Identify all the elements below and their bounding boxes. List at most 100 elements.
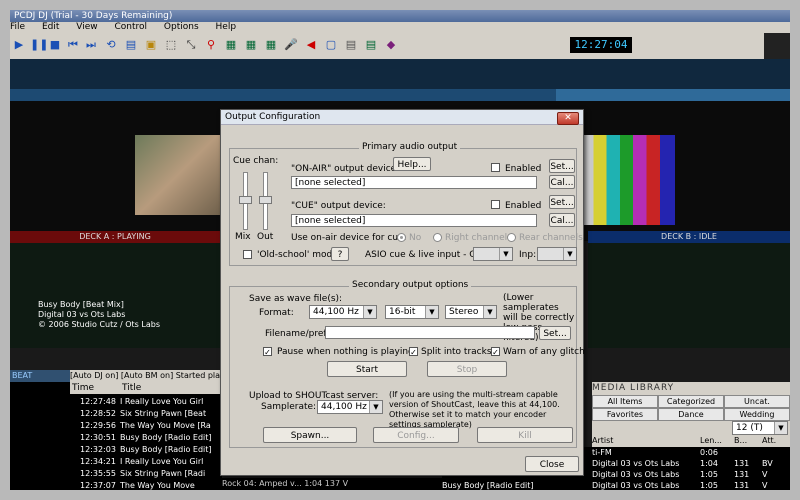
loop-icon[interactable]: ⟲: [104, 38, 118, 52]
on-air-enabled-checkbox[interactable]: [491, 163, 500, 172]
mix-label: Mix: [235, 232, 251, 242]
equalizer-icon[interactable]: ▤: [124, 38, 138, 52]
speaker-icon[interactable]: ◀: [304, 38, 318, 52]
format-bits-select[interactable]: 16-bit ▼: [385, 305, 439, 319]
meter-icon[interactable]: ▦: [224, 38, 238, 52]
column-artist[interactable]: Artist: [592, 435, 613, 446]
book-icon[interactable]: ◆: [384, 38, 398, 52]
table-row[interactable]: 12:29:56 The Way You Move [Ra: [70, 420, 222, 432]
notes-icon[interactable]: ▤: [344, 38, 358, 52]
cue-enabled-checkbox[interactable]: [491, 200, 500, 209]
row-artist: Digital 03 vs Ots Labs: [592, 470, 680, 479]
mix-slider-thumb[interactable]: [239, 196, 252, 204]
old-school-checkbox[interactable]: [243, 250, 252, 259]
tab-all-items[interactable]: All Items: [592, 395, 658, 408]
split-tracks-checkbox[interactable]: ✓: [409, 347, 418, 357]
tab-uncat[interactable]: Uncat.: [724, 395, 790, 408]
kill-button[interactable]: Kill: [477, 427, 573, 443]
table-row[interactable]: 12:34:21 I Really Love You Girl: [70, 456, 222, 468]
tab-favorites[interactable]: Favorites: [592, 408, 658, 421]
tab-dance[interactable]: Dance: [658, 408, 724, 421]
old-school-help-button[interactable]: ?: [331, 247, 349, 261]
waveform-overview[interactable]: [10, 59, 790, 89]
column-time[interactable]: Time: [72, 382, 94, 394]
media-filter-select[interactable]: 12 (T) ▼: [732, 421, 788, 435]
column-length[interactable]: Len...: [700, 435, 722, 446]
cue-radio-no[interactable]: [397, 233, 406, 242]
filename-set-button[interactable]: Set...: [539, 326, 571, 340]
asio-inp-select[interactable]: ▼: [537, 247, 577, 261]
on-air-device-field[interactable]: [none selected]: [291, 176, 537, 189]
document-icon[interactable]: ▤: [364, 38, 378, 52]
pause-when-idle-checkbox[interactable]: ✓: [263, 347, 272, 357]
list-item[interactable]: Busy Body [Radio Edit] Digital 03 vs Ots …: [442, 480, 790, 490]
tab-wedding[interactable]: Wedding: [724, 408, 790, 421]
menu-edit[interactable]: Edit: [42, 22, 59, 32]
on-air-device-label: "ON-AIR" output device:: [291, 164, 400, 174]
microphone-icon[interactable]: 🎤: [284, 38, 298, 52]
track-copyright: © 2006 Studio Cutz / Ots Labs: [38, 320, 160, 329]
monitor-icon[interactable]: ▦: [244, 38, 258, 52]
on-air-set-button[interactable]: Set...: [549, 159, 575, 173]
table-row[interactable]: 12:35:55 Six String Pawn [Radi: [70, 468, 222, 480]
folder-icon[interactable]: ▣: [144, 38, 158, 52]
start-button[interactable]: Start: [327, 361, 407, 377]
position-bar[interactable]: [10, 89, 790, 101]
cue-radio-right-channel[interactable]: [433, 233, 442, 242]
stop-icon[interactable]: ■: [48, 38, 62, 52]
shoutcast-samplerate-select[interactable]: 44,100 Hz ▼: [317, 400, 383, 414]
row-time: 12:27:48: [80, 397, 116, 406]
select-icon[interactable]: ⬚: [164, 38, 178, 52]
table-row[interactable]: 12:30:51 Busy Body [Radio Edit]: [70, 432, 222, 444]
help-button[interactable]: Help...: [393, 157, 431, 171]
cue-set-button[interactable]: Set...: [549, 195, 575, 209]
row-length: 1:04: [700, 459, 718, 468]
cue-device-field[interactable]: [none selected]: [291, 214, 537, 227]
spawn-button[interactable]: Spawn...: [263, 427, 357, 443]
column-bpm[interactable]: B...: [734, 435, 747, 446]
cue-radio-rear-channels[interactable]: [507, 233, 516, 242]
filename-prefix-input[interactable]: [325, 326, 535, 339]
table-row[interactable]: 12:37:07 The Way You Move: [70, 480, 222, 490]
settings-icon[interactable]: ▢: [324, 38, 338, 52]
column-attributes[interactable]: Att.: [762, 435, 776, 446]
cue-cal-button[interactable]: Cal...: [549, 213, 575, 227]
warn-glitch-checkbox[interactable]: ✓: [491, 347, 500, 357]
play-icon[interactable]: ▶: [12, 38, 26, 52]
search-icon[interactable]: ⚲: [204, 38, 218, 52]
menu-view[interactable]: View: [76, 22, 97, 32]
resize-icon[interactable]: ⤡: [184, 38, 198, 52]
close-button[interactable]: Close: [525, 456, 579, 472]
asio-cue-select[interactable]: ▼: [473, 247, 513, 261]
row-bpm: 131: [734, 459, 750, 468]
row-time: 12:32:03: [80, 445, 116, 454]
format-rate-select[interactable]: 44,100 Hz ▼: [309, 305, 377, 319]
on-air-cal-button[interactable]: Cal...: [549, 175, 575, 189]
display-icon[interactable]: ▦: [264, 38, 278, 52]
stop-button[interactable]: Stop: [427, 361, 507, 377]
row-title: I Really Love You Girl: [120, 457, 204, 466]
menu-file[interactable]: File: [10, 22, 25, 32]
table-row[interactable]: 12:32:03 Busy Body [Radio Edit]: [70, 444, 222, 456]
format-label: Format:: [259, 308, 294, 318]
previous-icon[interactable]: ⏮: [66, 38, 80, 52]
pause-when-idle-label: Pause when nothing is playing: [277, 347, 414, 357]
pause-icon[interactable]: ❚❚: [30, 38, 48, 52]
out-slider-thumb[interactable]: [259, 196, 272, 204]
next-icon[interactable]: ⏭: [84, 38, 98, 52]
menu-help[interactable]: Help: [216, 22, 237, 32]
row-attributes: V: [762, 470, 768, 479]
menu-control[interactable]: Control: [114, 22, 147, 32]
warn-glitch-label: Warn of any glitch: [503, 347, 585, 357]
current-row[interactable]: Rock 04: Amped v... 1:04 137 V: [222, 478, 442, 490]
deck-b-label: DECK B : IDLE: [588, 231, 790, 243]
close-icon[interactable]: ✕: [557, 112, 579, 125]
menu-options[interactable]: Options: [164, 22, 199, 32]
config-button[interactable]: Config...: [373, 427, 459, 443]
column-title[interactable]: Title: [122, 382, 141, 394]
format-channels-select[interactable]: Stereo ▼: [445, 305, 497, 319]
table-row[interactable]: 12:28:52 Six String Pawn [Beat: [70, 408, 222, 420]
deck-b-video: [580, 135, 675, 225]
table-row[interactable]: 12:27:48 I Really Love You Girl: [70, 396, 222, 408]
tab-categorized[interactable]: Categorized: [658, 395, 724, 408]
